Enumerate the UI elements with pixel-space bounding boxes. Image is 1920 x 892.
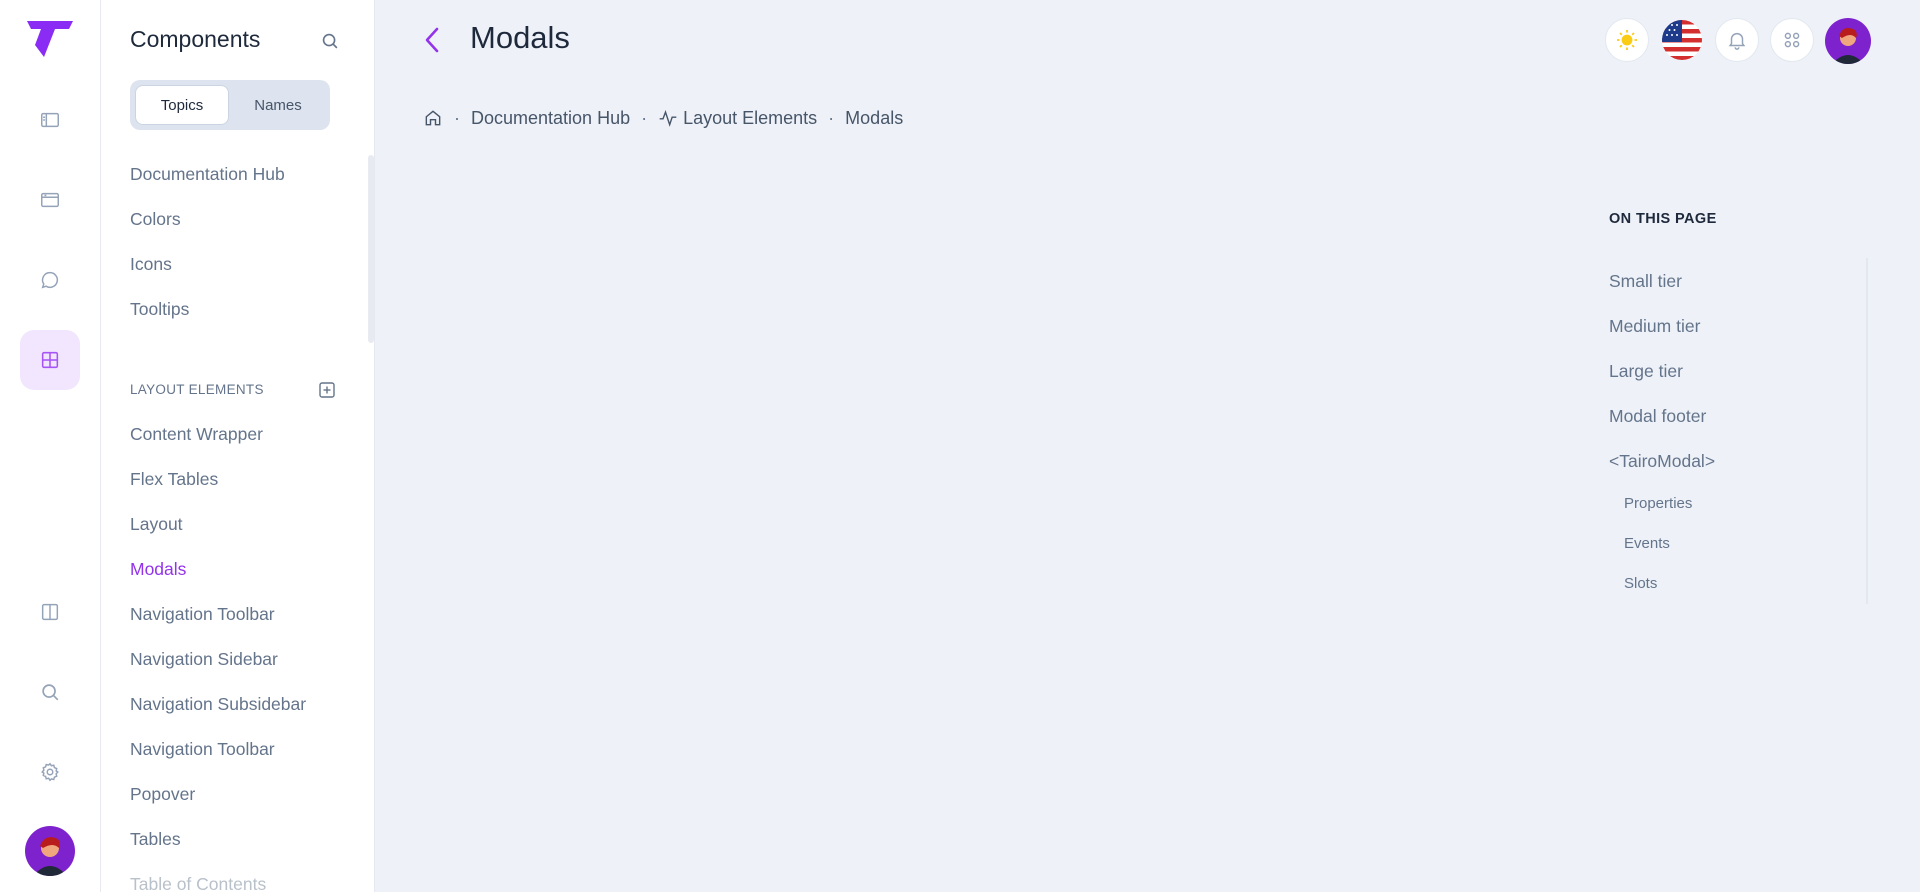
icon-rail [0, 0, 101, 892]
toc-subitem-slots[interactable]: Slots [1624, 575, 1657, 592]
chevron-left-icon[interactable] [419, 24, 447, 56]
add-square-icon[interactable] [318, 381, 336, 399]
section-label-layout-elements: LAYOUT ELEMENTS [130, 382, 264, 397]
rail-components-button[interactable] [20, 330, 80, 390]
rail-sidebar-button[interactable] [20, 90, 80, 150]
subsidebar-title: Components [130, 26, 261, 52]
breadcrumb-separator: · [641, 107, 648, 128]
toc-divider [1866, 258, 1868, 604]
logo-icon[interactable] [25, 19, 75, 59]
toc-item-medium-tier[interactable]: Medium tier [1609, 316, 1700, 337]
sidebar-icon [41, 112, 59, 128]
nav-item-colors[interactable]: Colors [130, 209, 181, 230]
breadcrumb-layout-elements[interactable]: Layout Elements [683, 108, 817, 129]
nav-item-flex-tables[interactable]: Flex Tables [130, 469, 218, 490]
user-avatar[interactable] [1825, 18, 1871, 64]
apps-icon [1784, 32, 1800, 48]
rail-chat-button[interactable] [20, 250, 80, 310]
toc-subitem-properties[interactable]: Properties [1624, 495, 1692, 512]
nav-item-layout[interactable]: Layout [130, 514, 183, 535]
breadcrumb-separator: · [454, 107, 460, 128]
nav-item-navigation-sidebar[interactable]: Navigation Sidebar [130, 649, 278, 670]
rail-avatar[interactable] [25, 826, 75, 876]
nav-item-content-wrapper[interactable]: Content Wrapper [130, 424, 263, 445]
nav-item-tables[interactable]: Tables [130, 829, 181, 850]
nav-item-popover[interactable]: Popover [130, 784, 195, 805]
subsidebar-scrollbar[interactable] [368, 155, 374, 343]
topics-names-toggle: Topics Names [130, 80, 330, 130]
nav-item-navigation-subsidebar[interactable]: Navigation Subsidebar [130, 694, 306, 715]
us-flag-icon [1662, 20, 1702, 60]
breadcrumb-documentation-hub[interactable]: Documentation Hub [471, 108, 630, 129]
nav-item-icons[interactable]: Icons [130, 254, 172, 275]
nav-item-modals[interactable]: Modals [130, 559, 186, 580]
home-icon[interactable] [423, 108, 443, 128]
nav-item-navigation-toolbar-2[interactable]: Navigation Toolbar [130, 739, 275, 760]
chat-icon [41, 271, 59, 289]
theme-toggle-button[interactable] [1605, 18, 1649, 62]
notifications-button[interactable] [1715, 18, 1759, 62]
language-button[interactable] [1660, 18, 1704, 62]
columns-icon [41, 603, 59, 621]
rail-columns-button[interactable] [20, 582, 80, 642]
rail-window-button[interactable] [20, 170, 80, 230]
toc-item-large-tier[interactable]: Large tier [1609, 361, 1683, 382]
toc-item-tairo-modal[interactable]: <TairoModal> [1609, 451, 1715, 472]
bell-icon [1728, 32, 1746, 50]
toc-item-modal-footer[interactable]: Modal footer [1609, 406, 1706, 427]
rail-settings-button[interactable] [20, 742, 80, 802]
activity-icon [659, 110, 677, 127]
search-icon[interactable] [319, 30, 341, 52]
tab-topics[interactable]: Topics [135, 85, 229, 125]
grid-icon [41, 351, 59, 369]
tab-names[interactable]: Names [231, 85, 325, 125]
breadcrumb: · Documentation Hub · Layout Elements · … [423, 106, 903, 130]
toc-subitem-events[interactable]: Events [1624, 535, 1670, 552]
nav-item-documentation-hub[interactable]: Documentation Hub [130, 164, 285, 185]
nav-item-table-of-contents[interactable]: Table of Contents [130, 874, 266, 892]
apps-button[interactable] [1770, 18, 1814, 62]
toc-heading: ON THIS PAGE [1609, 211, 1717, 227]
page-title: Modals [470, 20, 570, 55]
sun-icon [1617, 30, 1637, 50]
toc-item-small-tier[interactable]: Small tier [1609, 271, 1682, 292]
nav-item-navigation-toolbar[interactable]: Navigation Toolbar [130, 604, 275, 625]
breadcrumb-modals: Modals [845, 107, 904, 128]
rail-search-button[interactable] [20, 662, 80, 722]
search-icon [42, 684, 59, 701]
components-subsidebar: Components Topics Names Documentation Hu… [101, 0, 375, 892]
breadcrumb-separator: · [828, 107, 835, 128]
window-icon [41, 192, 59, 208]
nav-item-tooltips[interactable]: Tooltips [130, 299, 189, 320]
gear-icon [41, 762, 59, 782]
